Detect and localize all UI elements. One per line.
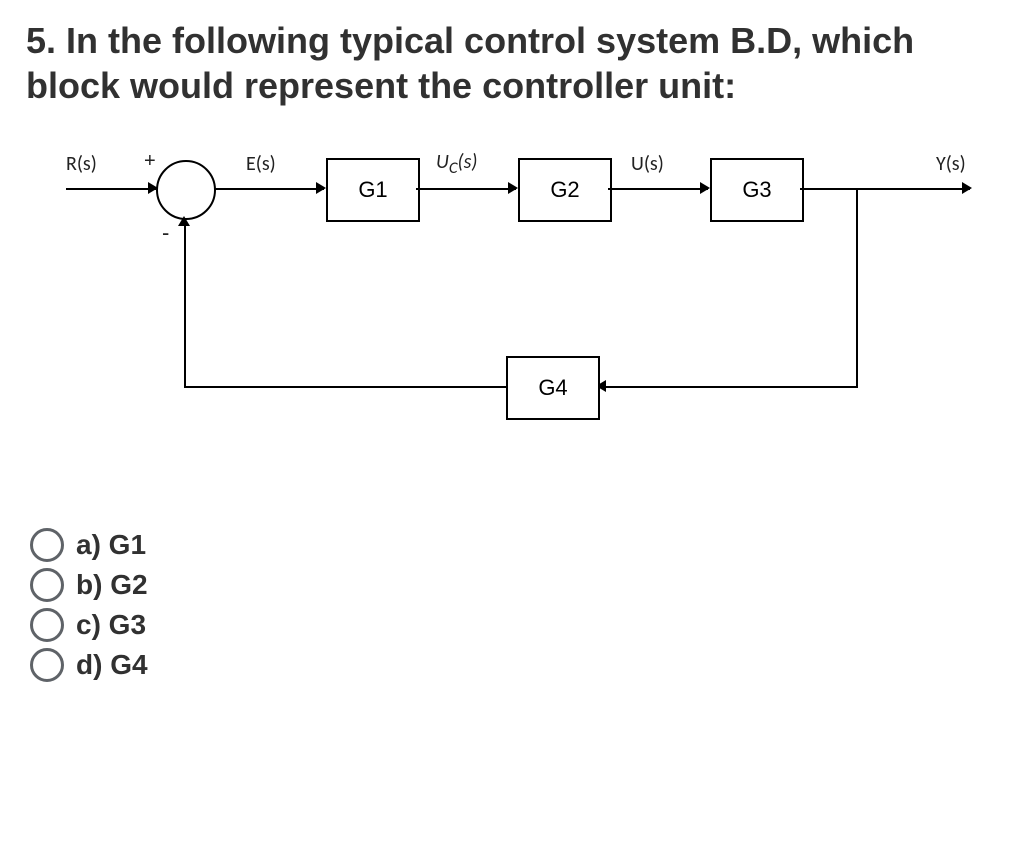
option-a[interactable]: a) G1 xyxy=(30,528,993,562)
wire xyxy=(416,188,516,190)
wire xyxy=(856,188,858,388)
option-a-label: a) G1 xyxy=(76,529,146,561)
option-d-label: d) G4 xyxy=(76,649,148,681)
signal-label-e: E(s) xyxy=(246,152,276,176)
uc-sub: C xyxy=(449,158,458,178)
answer-options: a) G1 b) G2 c) G3 d) G4 xyxy=(30,528,993,682)
wire xyxy=(800,188,970,190)
wire xyxy=(608,188,708,190)
arrowhead-icon xyxy=(962,182,972,194)
uc-main: U xyxy=(436,150,449,174)
option-c-label: c) G3 xyxy=(76,609,146,641)
signal-label-u: U(s) xyxy=(631,152,664,176)
summing-junction xyxy=(156,160,216,220)
question-text: In the following typical control system … xyxy=(26,20,914,106)
question-number: 5. xyxy=(26,20,56,61)
signal-label-y: Y(s) xyxy=(936,152,966,176)
wire xyxy=(184,218,186,388)
arrowhead-icon xyxy=(178,216,190,226)
option-b[interactable]: b) G2 xyxy=(30,568,993,602)
sum-minus-label: - xyxy=(162,220,169,246)
radio-icon xyxy=(30,568,64,602)
block-g1: G1 xyxy=(326,158,420,222)
wire xyxy=(214,188,324,190)
radio-icon xyxy=(30,648,64,682)
option-b-label: b) G2 xyxy=(76,569,148,601)
wire xyxy=(598,386,858,388)
radio-icon xyxy=(30,528,64,562)
option-c[interactable]: c) G3 xyxy=(30,608,993,642)
wire xyxy=(66,188,156,190)
question-title: 5. In the following typical control syst… xyxy=(26,18,993,108)
arrowhead-icon xyxy=(700,182,710,194)
block-diagram: R(s) + - E(s) G1 UC(s) G2 U(s) G3 Y(s) G… xyxy=(66,148,986,468)
wire xyxy=(184,386,506,388)
signal-label-uc: UC(s) xyxy=(436,150,477,178)
option-d[interactable]: d) G4 xyxy=(30,648,993,682)
arrowhead-icon xyxy=(508,182,518,194)
block-g3: G3 xyxy=(710,158,804,222)
signal-label-r: R(s) xyxy=(66,152,97,176)
block-g4: G4 xyxy=(506,356,600,420)
radio-icon xyxy=(30,608,64,642)
arrowhead-icon xyxy=(316,182,326,194)
block-g2: G2 xyxy=(518,158,612,222)
uc-tail: (s) xyxy=(458,150,478,174)
sum-plus-label: + xyxy=(144,150,156,173)
